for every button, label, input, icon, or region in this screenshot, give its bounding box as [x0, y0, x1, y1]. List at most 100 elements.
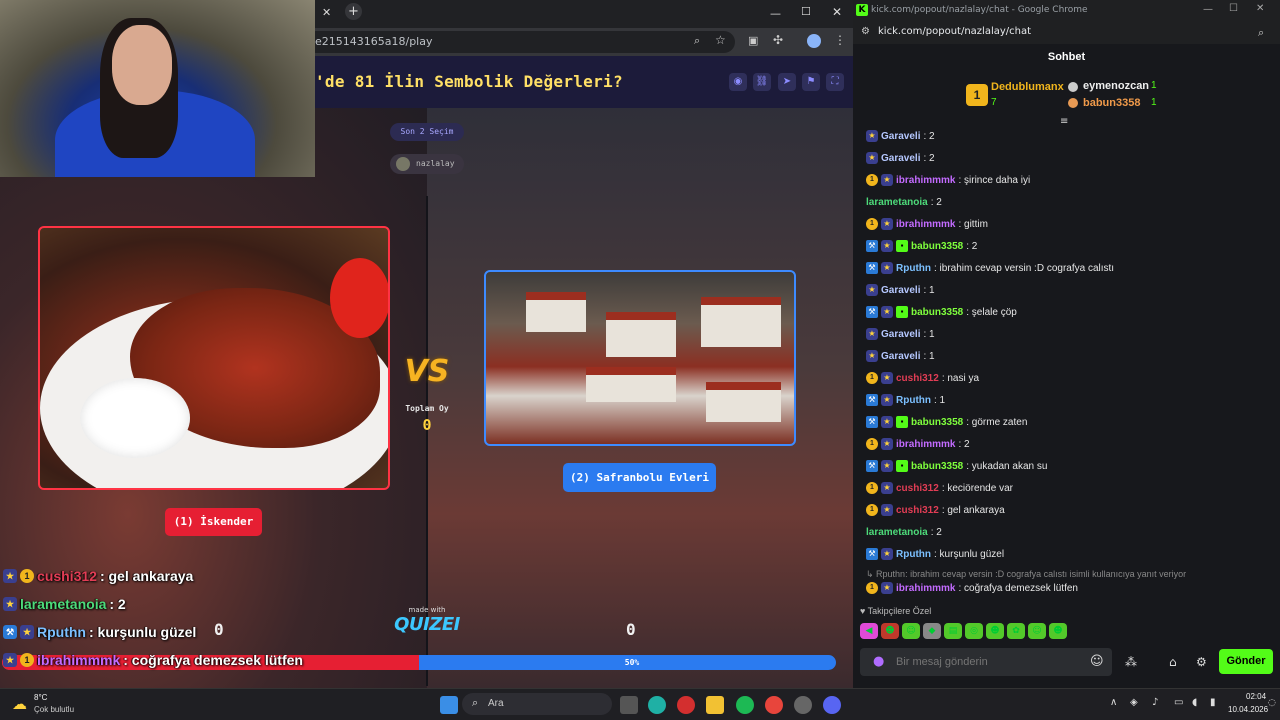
option-left-button[interactable]: (1) İskender: [165, 508, 262, 536]
chat-settings-icon[interactable]: ⚙: [1196, 655, 1207, 669]
chat-username[interactable]: Garaveli: [881, 351, 920, 362]
chat-username[interactable]: babun3358: [911, 241, 963, 252]
network-icon[interactable]: ▭: [1174, 697, 1183, 708]
chat-username[interactable]: babun3358: [911, 417, 963, 428]
chatgpt-icon[interactable]: [794, 696, 812, 714]
notification-icon[interactable]: ◌: [1268, 698, 1276, 708]
profile-avatar-icon[interactable]: [807, 34, 821, 48]
emote-icon[interactable]: ☺: [1028, 623, 1046, 639]
minimize-icon[interactable]: —: [770, 7, 781, 20]
discord-icon[interactable]: [823, 696, 841, 714]
steam-icon[interactable]: ◈: [1130, 697, 1138, 708]
taskbar-search[interactable]: Ara: [462, 693, 612, 715]
battery-icon[interactable]: ▮: [1210, 697, 1216, 708]
chat-username[interactable]: babun3358: [911, 461, 963, 472]
windows-taskbar: ☁ 8°C Çok bulutlu: [0, 688, 1280, 720]
link-icon[interactable]: ⛓: [753, 73, 771, 91]
chat-message-text: : 1: [923, 350, 935, 362]
option-right-button[interactable]: (2) Safranbolu Evleri: [563, 463, 716, 492]
chat-username[interactable]: babun3358: [911, 307, 963, 318]
tray-chevron-icon[interactable]: ∧: [1110, 697, 1117, 708]
emote-icon[interactable]: ▤: [944, 623, 962, 639]
bookmark-star-icon[interactable]: ☆: [715, 33, 726, 47]
chat-close-icon[interactable]: ✕: [1256, 3, 1264, 14]
chat-username[interactable]: ibrahimmmk: [896, 439, 955, 450]
chat-username[interactable]: cushi312: [896, 505, 939, 516]
clock-date[interactable]: 10.04.2026: [1228, 705, 1268, 714]
puzzle-icon[interactable]: ✣: [773, 33, 783, 47]
chat-maximize-icon[interactable]: ☐: [1229, 3, 1238, 14]
emote-icon[interactable]: ☺: [902, 623, 920, 639]
chat-minimize-icon[interactable]: —: [1203, 4, 1213, 15]
url-field[interactable]: e215143165a18/play: [305, 31, 735, 53]
chat-username[interactable]: Garaveli: [881, 131, 920, 142]
volume-icon[interactable]: ◖: [1192, 697, 1197, 708]
chat-message-text: : şelale çöp: [966, 306, 1017, 318]
chat-url-field[interactable]: kick.com/popout/nazlalay/chat: [853, 20, 1280, 44]
spotify-icon[interactable]: [736, 696, 754, 714]
clock-time[interactable]: 02:04: [1246, 692, 1266, 701]
tab-close-icon[interactable]: ✕: [322, 6, 331, 19]
chat-zoom-icon[interactable]: ⌕: [1258, 26, 1264, 40]
chat-username[interactable]: Rputhn: [896, 549, 931, 560]
chat-username[interactable]: cushi312: [896, 373, 939, 384]
send-icon[interactable]: ➤: [778, 73, 796, 91]
overlay-username: cushi312: [37, 568, 97, 584]
chat-username[interactable]: larametanoia: [866, 527, 928, 538]
emoji-picker-icon[interactable]: ☺: [1090, 654, 1104, 669]
overlay-message-text: : 2: [109, 596, 126, 612]
mic-tray-icon[interactable]: ♪: [1152, 697, 1158, 708]
chat-message-text: : 2: [930, 526, 942, 538]
store-icon[interactable]: ⌂: [1169, 655, 1177, 669]
extension-icon[interactable]: ▣: [748, 34, 758, 47]
user-chip-avatar: [396, 157, 410, 171]
chat-message-input[interactable]: [860, 648, 1112, 676]
chat-username[interactable]: ibrahimmmk: [896, 219, 955, 230]
chat-username[interactable]: Garaveli: [881, 329, 920, 340]
option-right-card[interactable]: [484, 270, 796, 446]
menu-dots-icon[interactable]: ⋮: [834, 33, 846, 47]
weather-icon[interactable]: ☁: [12, 695, 27, 713]
pdf-app-icon[interactable]: [677, 696, 695, 714]
yogurt-shape: [80, 378, 190, 458]
chat-username[interactable]: ibrahimmmk: [896, 175, 955, 186]
file-explorer-icon[interactable]: [706, 696, 724, 714]
emote-icon[interactable]: ☻: [1049, 623, 1067, 639]
star-badge-icon: ★: [881, 306, 893, 318]
emote-icon[interactable]: ◀: [860, 623, 878, 639]
flag-icon[interactable]: ⚑: [802, 73, 820, 91]
close-window-icon[interactable]: ✕: [832, 5, 842, 19]
chat-username[interactable]: Rputhn: [896, 263, 931, 274]
site-settings-icon[interactable]: ⚙: [861, 26, 870, 37]
zoom-icon[interactable]: ⌕: [694, 34, 700, 48]
windows-start-icon[interactable]: [440, 696, 458, 714]
moderator-badge-icon: ⚒: [866, 306, 878, 318]
maximize-icon[interactable]: ☐: [801, 5, 811, 18]
edge-icon[interactable]: [648, 696, 666, 714]
star-badge-icon: ★: [881, 240, 893, 252]
new-tab-button[interactable]: +: [345, 3, 362, 20]
chat-username[interactable]: Garaveli: [881, 285, 920, 296]
chat-username[interactable]: Garaveli: [881, 153, 920, 164]
made-with-label: made with: [408, 606, 446, 614]
emote-icon[interactable]: ◆: [923, 623, 941, 639]
chat-username[interactable]: cushi312: [896, 483, 939, 494]
send-message-button[interactable]: Gönder: [1219, 649, 1273, 674]
option-left-card[interactable]: [38, 226, 390, 490]
chrome-icon[interactable]: [765, 696, 783, 714]
reply-username[interactable]: ibrahimmmk: [896, 583, 955, 594]
coin-badge-icon: 1: [20, 569, 34, 583]
chat-username[interactable]: larametanoia: [866, 197, 928, 208]
emote-icon[interactable]: ◎: [965, 623, 983, 639]
microphone-icon[interactable]: ●: [873, 654, 884, 669]
emote-icon[interactable]: ✿: [1007, 623, 1025, 639]
house-shape: [701, 297, 781, 347]
chat-username[interactable]: Rputhn: [896, 395, 931, 406]
eye-icon[interactable]: ◉: [729, 73, 747, 91]
task-view-icon[interactable]: [620, 696, 638, 714]
emote-icon[interactable]: ☻: [881, 623, 899, 639]
chat-users-icon[interactable]: ⁂: [1125, 655, 1137, 669]
emote-icon[interactable]: ☻: [986, 623, 1004, 639]
fullscreen-icon[interactable]: ⛶: [826, 73, 844, 91]
star-badge-icon: ★: [881, 174, 893, 186]
